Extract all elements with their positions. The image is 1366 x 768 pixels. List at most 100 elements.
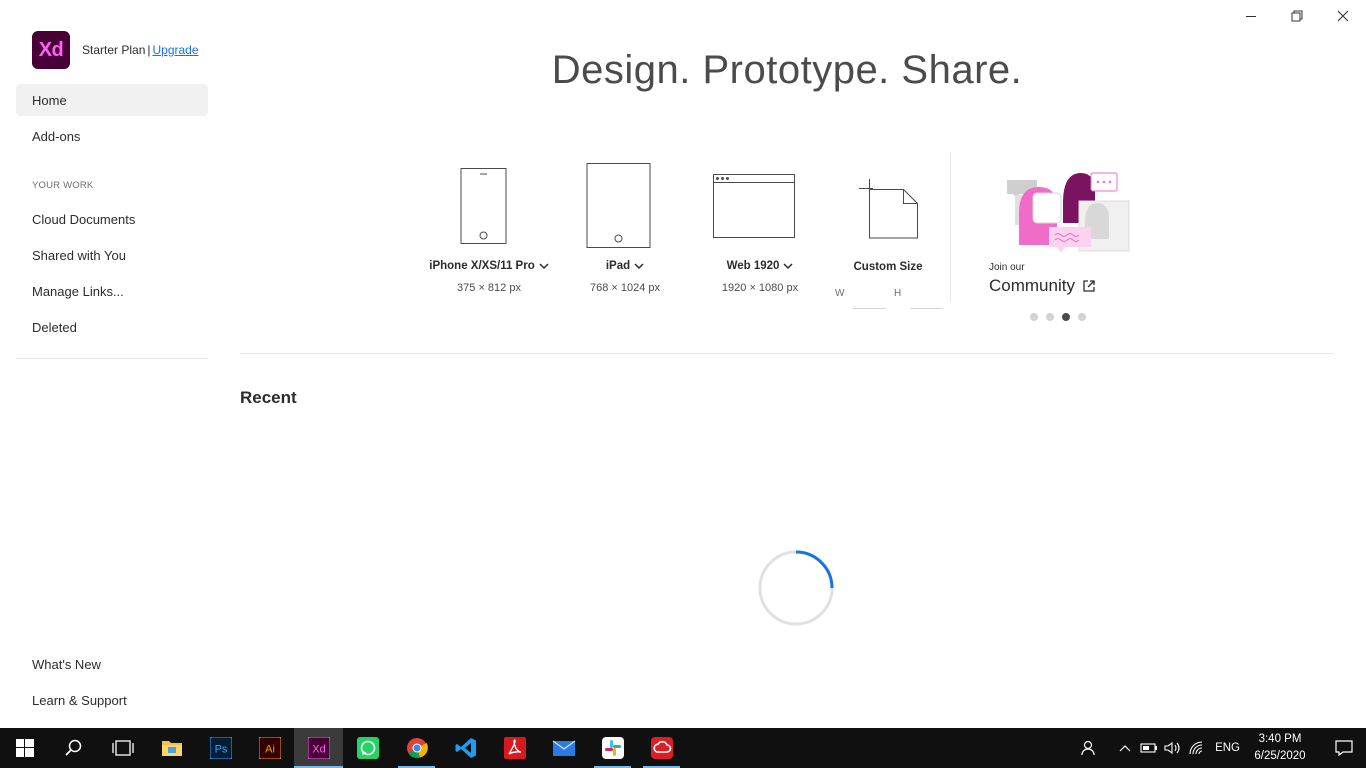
logo-row: Xd Starter Plan | Upgrade xyxy=(32,31,199,69)
taskbar-illustrator[interactable]: Ai xyxy=(245,728,294,768)
minimize-icon xyxy=(1246,16,1256,17)
presets-divider xyxy=(950,152,951,302)
taskbar-slack[interactable] xyxy=(588,728,637,768)
sidebar-item-whats-new[interactable]: What's New xyxy=(16,648,208,680)
preset-web-dims: 1920 × 1080 px xyxy=(721,282,799,294)
chevron-down-icon[interactable] xyxy=(783,262,793,270)
battery-icon xyxy=(1140,743,1158,753)
slack-icon xyxy=(601,737,624,759)
svg-text:Xd: Xd xyxy=(312,744,325,756)
minimize-button[interactable] xyxy=(1228,0,1274,32)
taskbar-creative-cloud[interactable] xyxy=(637,728,686,768)
xd-logo-icon: Xd xyxy=(32,31,70,69)
tablet-icon xyxy=(555,150,695,260)
sidebar-item-shared-with-you[interactable]: Shared with You xyxy=(16,239,208,271)
restore-icon xyxy=(1291,10,1303,22)
people-icon xyxy=(1081,740,1095,756)
community-join-label: Join our xyxy=(989,262,1025,273)
search-icon xyxy=(64,739,81,756)
language-indicator[interactable]: ENG xyxy=(1215,742,1240,754)
start-button[interactable] xyxy=(0,728,49,768)
creative-cloud-icon xyxy=(650,737,673,759)
close-button[interactable] xyxy=(1320,0,1366,32)
show-hidden-icons-button[interactable] xyxy=(1113,728,1137,768)
search-button[interactable] xyxy=(49,728,98,768)
svg-text:Ps: Ps xyxy=(214,744,227,756)
sidebar-item-cloud-documents[interactable]: Cloud Documents xyxy=(16,203,208,235)
task-view-button[interactable] xyxy=(98,728,147,768)
sidebar-item-deleted[interactable]: Deleted xyxy=(16,311,208,343)
xd-home-window: Xd Starter Plan | Upgrade Home Add-ons YOU… xyxy=(0,0,1366,728)
taskbar-file-explorer[interactable] xyxy=(147,728,196,768)
preset-iphone-dims: 375 × 812 px xyxy=(457,282,521,294)
preset-custom[interactable]: Custom Size xyxy=(818,150,958,273)
recent-heading: Recent xyxy=(240,388,297,407)
preset-iphone-label: iPhone X/XS/11 Pro xyxy=(429,260,535,272)
volume-button[interactable] xyxy=(1161,728,1185,768)
photoshop-icon: Ps xyxy=(209,737,232,759)
chevron-down-icon[interactable] xyxy=(634,262,644,270)
restore-button[interactable] xyxy=(1274,0,1320,32)
sidebar-item-manage-links[interactable]: Manage Links... xyxy=(16,275,208,307)
windows-icon xyxy=(15,739,34,757)
section-divider xyxy=(240,353,1334,354)
section-title-your-work: YOUR WORK xyxy=(32,180,94,191)
upgrade-link[interactable]: Upgrade xyxy=(153,43,199,57)
sidebar: Xd Starter Plan | Upgrade Home Add-ons YOU… xyxy=(0,0,224,728)
browser-icon xyxy=(690,150,830,260)
preset-web-name: Web 1920 xyxy=(690,260,830,272)
carousel-dot[interactable] xyxy=(1030,313,1038,321)
external-link-icon xyxy=(1083,280,1095,292)
folder-icon xyxy=(161,741,182,756)
taskbar-mail[interactable] xyxy=(539,728,588,768)
battery-button[interactable] xyxy=(1137,728,1161,768)
preset-ipad-name: iPad xyxy=(555,260,695,272)
preset-web[interactable]: Web 1920 1920 × 1080 px xyxy=(690,150,830,294)
sidebar-item-home[interactable]: Home xyxy=(16,84,208,116)
acrobat-icon xyxy=(503,737,526,759)
whatsapp-icon xyxy=(356,737,379,759)
taskbar-whatsapp[interactable] xyxy=(343,728,392,768)
preset-custom-label: Custom Size xyxy=(853,261,923,273)
vscode-icon xyxy=(455,738,476,758)
custom-width-input[interactable] xyxy=(853,308,886,309)
taskbar-vscode[interactable] xyxy=(441,728,490,768)
sidebar-item-add-ons[interactable]: Add-ons xyxy=(16,120,208,152)
clock-date: 6/25/2020 xyxy=(1254,750,1306,762)
loading-spinner-icon xyxy=(758,550,834,626)
notification-icon xyxy=(1335,740,1353,756)
plan-label: Starter Plan xyxy=(82,43,146,57)
volume-icon xyxy=(1164,741,1180,755)
carousel-dot[interactable] xyxy=(1078,313,1086,321)
illustrator-icon: Ai xyxy=(258,737,281,759)
plan-info: Starter Plan | Upgrade xyxy=(82,43,199,57)
custom-height-label: H xyxy=(894,288,902,299)
people-button[interactable] xyxy=(1077,728,1101,768)
sidebar-item-learn-support[interactable]: Learn & Support xyxy=(16,684,208,716)
network-button[interactable] xyxy=(1185,728,1209,768)
preset-web-label: Web 1920 xyxy=(726,260,780,272)
preset-custom-name: Custom Size xyxy=(818,261,958,273)
taskbar: Ps Ai Xd ENG 3:40 PM 6/25/2020 xyxy=(0,728,1366,768)
taskbar-clock[interactable]: 3:40 PM 6/25/2020 xyxy=(1250,731,1310,765)
svg-text:Ai: Ai xyxy=(265,744,275,756)
mail-icon xyxy=(552,740,575,756)
phone-icon xyxy=(419,150,559,260)
taskbar-chrome[interactable] xyxy=(392,728,441,768)
preset-iphone[interactable]: iPhone X/XS/11 Pro 375 × 812 px xyxy=(419,150,559,294)
chevron-down-icon[interactable] xyxy=(539,262,549,270)
taskbar-acrobat[interactable] xyxy=(490,728,539,768)
wifi-icon xyxy=(1189,741,1203,755)
community-title: Community xyxy=(989,276,1075,295)
action-center-button[interactable] xyxy=(1322,728,1366,768)
custom-height-input[interactable] xyxy=(910,308,943,309)
carousel-dot[interactable] xyxy=(1046,313,1054,321)
preset-ipad[interactable]: iPad 768 × 1024 px xyxy=(555,150,695,294)
community-illustration[interactable] xyxy=(985,165,1145,265)
clock-time: 3:40 PM xyxy=(1258,733,1302,745)
community-link[interactable]: Community xyxy=(989,276,1095,296)
taskbar-photoshop[interactable]: Ps xyxy=(196,728,245,768)
carousel-dot-active[interactable] xyxy=(1062,313,1070,321)
chevron-up-icon xyxy=(1119,745,1131,752)
taskbar-xd[interactable]: Xd xyxy=(294,728,343,768)
